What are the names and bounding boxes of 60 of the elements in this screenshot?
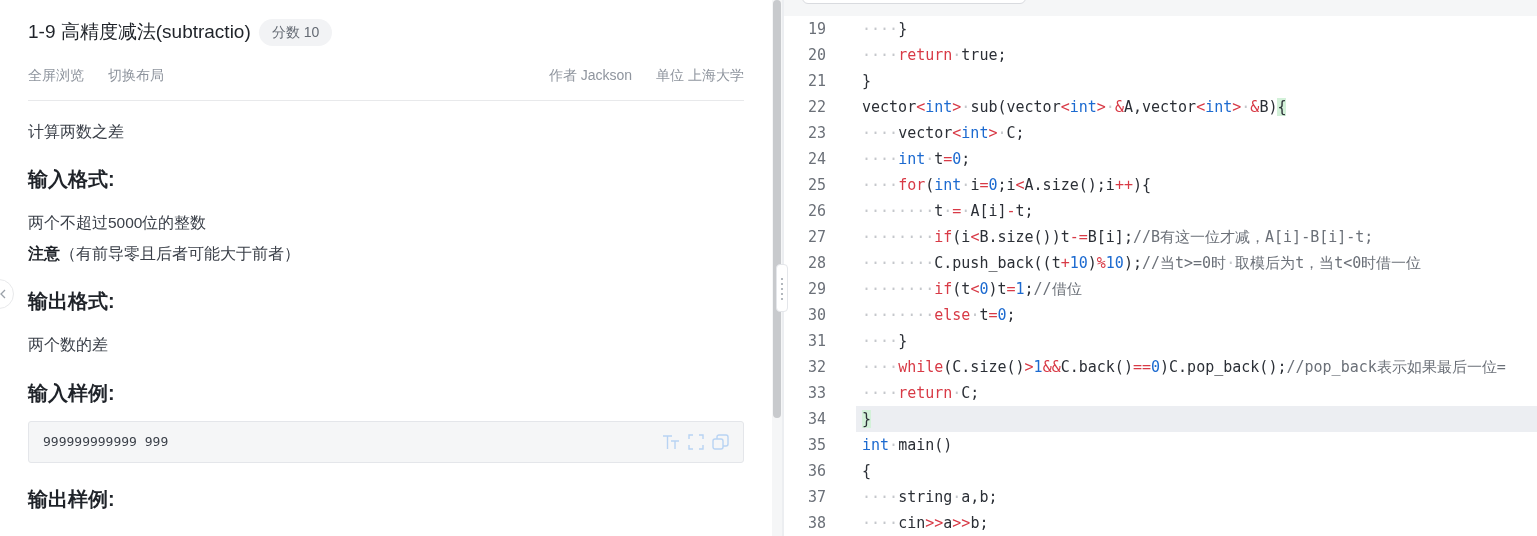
text-size-icon[interactable]	[662, 433, 680, 450]
code-line: ····cin>>a>>b;	[861, 513, 990, 534]
description-text: 注意（有前导零且后者可能大于前者）	[28, 244, 301, 264]
description-text: 两个不超过5000位的整数	[28, 212, 208, 233]
scrollbar-thumb[interactable]	[773, 0, 781, 418]
line-number: 24	[806, 149, 826, 170]
line-number: 28	[806, 253, 826, 274]
line-number: 36	[806, 461, 826, 482]
line-number: 34	[806, 409, 826, 430]
line-number: 22	[806, 97, 826, 118]
sample-text: 999999999999 999	[43, 432, 169, 451]
score-badge: 分数 10	[258, 18, 333, 46]
code-line: ····int·t=0;	[861, 149, 972, 170]
code-line: {	[861, 461, 873, 482]
splitter-handle[interactable]	[776, 264, 788, 312]
section-heading: 输入格式:	[28, 166, 116, 191]
description-text: 计算两数之差	[28, 121, 125, 142]
line-number: 30	[806, 305, 826, 326]
line-number: 20	[806, 45, 826, 66]
line-number: 25	[806, 175, 826, 196]
code-line: ········else·t=0;	[861, 305, 1017, 326]
code-line: ····while(C.size()>1&&C.back()==0)C.pop_back();//pop_back表示如果最后一位=	[861, 357, 1507, 378]
meta-info: 作者 Jackson	[548, 65, 633, 85]
code-line: ····string·a,b;	[861, 487, 999, 508]
code-line: int·main()	[861, 435, 954, 456]
line-number: 26	[806, 201, 826, 222]
code-line: ········t·=·A[i]-t;	[861, 201, 1035, 222]
line-number: 29	[806, 279, 826, 300]
line-number: 27	[806, 227, 826, 248]
code-line: ····return·C;	[861, 383, 981, 404]
line-number: 21	[806, 71, 826, 92]
fullscreen-icon[interactable]	[688, 433, 704, 450]
line-number: 32	[806, 357, 826, 378]
code-line: ········if(i<B.size())t-=B[i];//B有这一位才减，A[i]-B[i]-t;	[861, 227, 1375, 248]
line-number: 38	[806, 513, 826, 534]
line-number: 33	[806, 383, 826, 404]
code-line: ····}	[861, 19, 909, 40]
line-number: 19	[806, 19, 826, 40]
code-line: ········if(t<0)t=1;//借位	[861, 279, 1083, 300]
problem-title: 1-9 高精度减法(subtractio)	[28, 20, 251, 44]
section-heading: 输出样例:	[28, 486, 116, 511]
code-line: ····}	[861, 331, 909, 352]
line-number: 31	[806, 331, 826, 352]
code-line: vector<int>·sub(vector<int>·&A,vector<int>·&B){	[861, 97, 1288, 118]
code-line: }	[861, 71, 873, 92]
chevron-left-icon	[0, 289, 6, 299]
copy-icon[interactable]	[712, 433, 729, 450]
code-line: ····vector<int>·C;	[861, 123, 1026, 144]
toolbar-link[interactable]: 切换布局	[108, 64, 164, 86]
code-line: ····return·true;	[861, 45, 1008, 66]
description-text: 两个数的差	[28, 335, 109, 356]
toolbar-link[interactable]: 全屏浏览	[28, 64, 84, 86]
line-number: 23	[806, 123, 826, 144]
section-heading: 输出格式:	[28, 289, 116, 314]
code-line: ········C.push_back((t+10)%10);//当t>=0时·取模后为t，当t<0时借一位	[861, 253, 1423, 274]
line-number: 35	[806, 435, 826, 456]
code-line: ····for(int·i=0;i<A.size();i++){	[861, 175, 1152, 196]
meta-info: 单位 上海大学	[656, 65, 744, 85]
line-number: 37	[806, 487, 826, 508]
section-heading: 输入样例:	[28, 380, 116, 405]
